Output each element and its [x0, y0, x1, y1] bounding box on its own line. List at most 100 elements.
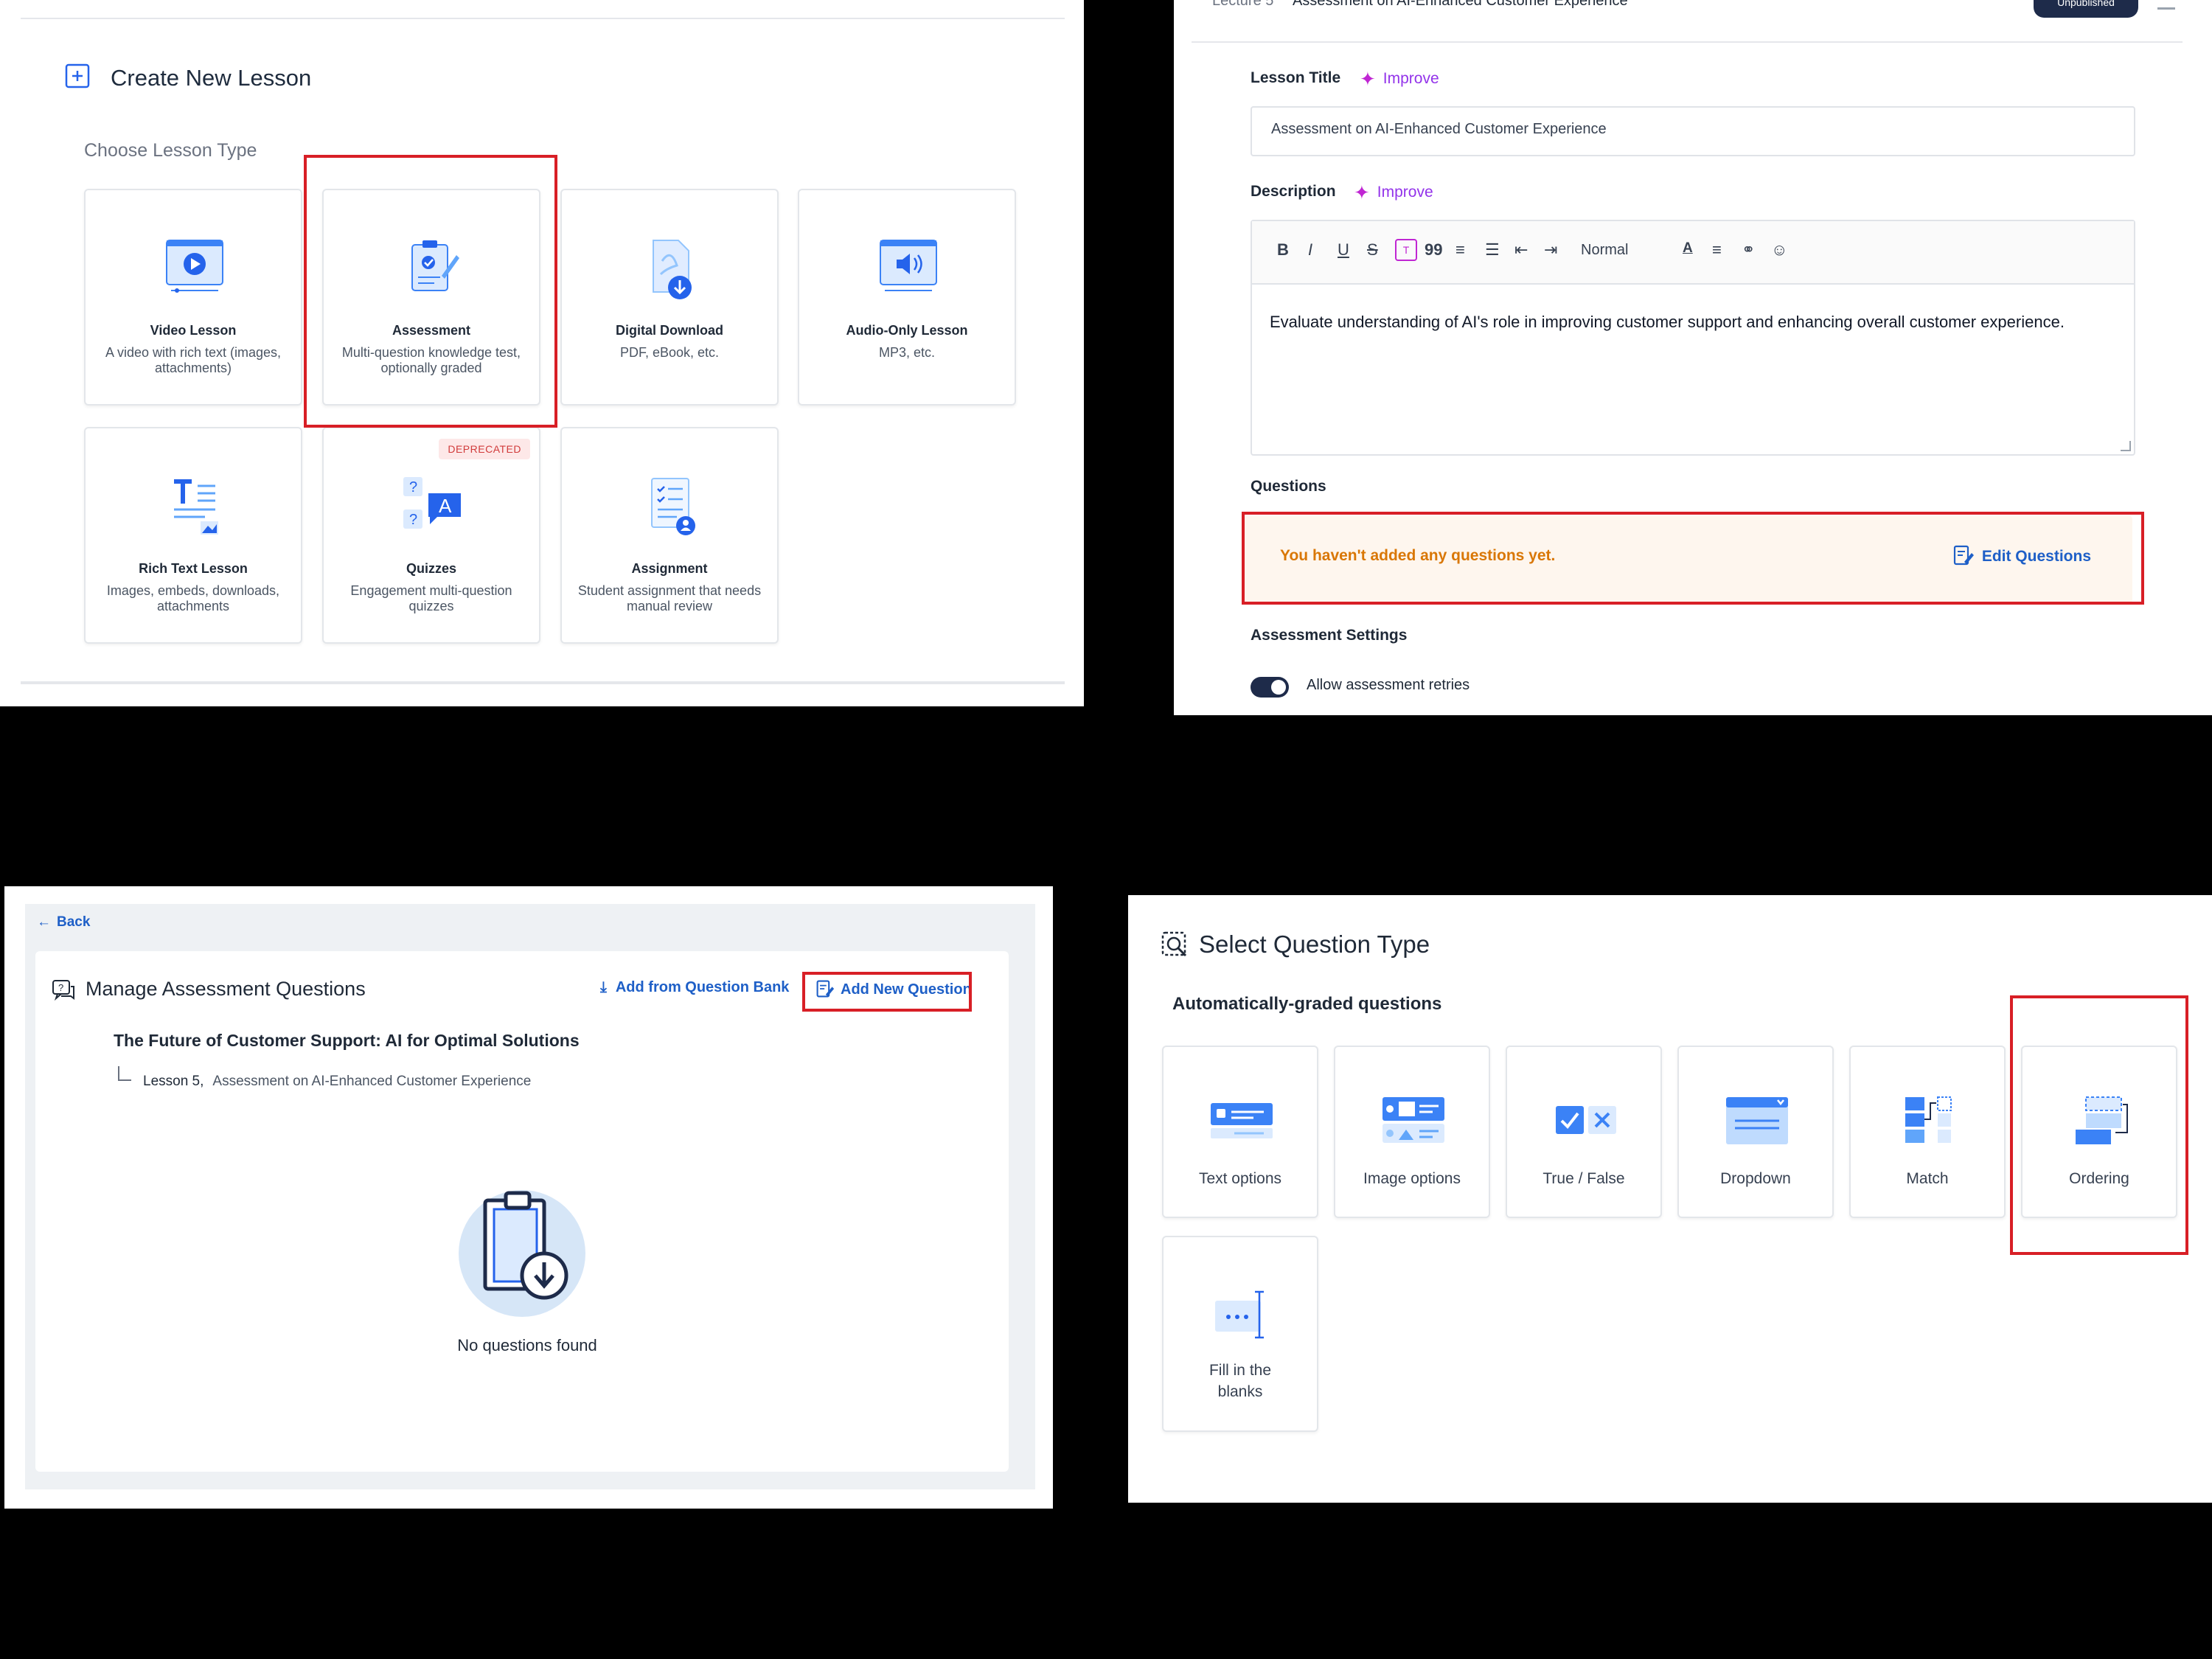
menu-icon[interactable] [2157, 7, 2175, 10]
svg-text:?: ? [409, 512, 417, 528]
editor-toolbar: B I U S T 99 ≡ ☰ ⇤ ⇥ Normal A ≡ ⚭ ☺ [1252, 221, 2134, 285]
add-question-icon [816, 980, 835, 998]
question-type-match[interactable]: Match [1849, 1046, 2006, 1218]
improve-description-button[interactable]: ✦ Improve [1354, 181, 1433, 204]
strikethrough-icon[interactable]: S [1367, 240, 1378, 260]
select-question-icon [1161, 931, 1187, 957]
link-icon[interactable]: ⚭ [1742, 240, 1755, 260]
download-icon [653, 240, 692, 299]
lesson-type-quizzes[interactable]: DEPRECATED ? ? A Quizzes Engagement mult… [322, 427, 540, 644]
ai-format-icon[interactable]: T [1395, 239, 1417, 261]
question-type-image-options[interactable]: Image options [1334, 1046, 1490, 1218]
match-icon [1905, 1096, 1952, 1143]
lesson-type-digital-download[interactable]: Digital Download PDF, eBook, etc. [560, 189, 779, 406]
deprecated-badge: DEPRECATED [439, 439, 530, 459]
divider [21, 681, 1065, 684]
question-type-text-options[interactable]: Text options [1162, 1046, 1318, 1218]
lesson-type-desc: A video with rich text (images, attachme… [105, 345, 282, 375]
empty-state-text: No questions found [4, 1336, 1053, 1355]
lesson-reference: Lesson 5, Assessment on AI-Enhanced Custo… [143, 1074, 531, 1090]
improve-label: Improve [1377, 184, 1433, 201]
assessment-settings-label: Assessment Settings [1251, 627, 1408, 644]
add-from-question-bank-button[interactable]: ⤓ Add from Question Bank [600, 979, 789, 996]
italic-icon[interactable]: I [1308, 240, 1312, 260]
add-new-question-button[interactable]: Add New Question [815, 979, 972, 998]
bold-icon[interactable]: B [1277, 240, 1289, 260]
improve-label: Improve [1382, 70, 1439, 87]
lesson-type-title: Audio-Only Lesson [846, 323, 968, 338]
align-icon[interactable]: ≡ [1712, 240, 1722, 260]
lesson-number: Lesson 5, [143, 1074, 204, 1089]
lesson-type-assignment[interactable]: Assignment Student assignment that needs… [560, 427, 779, 644]
question-type-label: Fill in the blanks [1208, 1362, 1272, 1400]
hierarchy-arrow-icon [118, 1066, 131, 1081]
description-text[interactable]: Evaluate understanding of AI's role in i… [1270, 310, 2075, 335]
indent-icon[interactable]: ⇥ [1544, 240, 1557, 260]
lesson-type-desc: PDF, eBook, etc. [619, 345, 720, 360]
underline-icon[interactable]: U [1338, 240, 1349, 260]
question-type-dropdown[interactable]: Dropdown [1677, 1046, 1834, 1218]
manage-questions-panel: ← Back ? Manage Assessment Questions ⤓ Add… [4, 886, 1053, 1509]
audio-icon [880, 240, 937, 291]
lesson-type-rich-text[interactable]: Rich Text Lesson Images, embeds, downloa… [84, 427, 302, 644]
create-lesson-panel: Create New Lesson Choose Lesson Type Vid… [0, 0, 1084, 706]
quote-icon[interactable]: 99 [1425, 240, 1442, 260]
add-lesson-icon [65, 63, 90, 88]
rich-text-icon [174, 479, 218, 535]
lesson-type-desc: Images, embeds, downloads, attachments [106, 583, 280, 613]
question-type-fill-blanks[interactable]: Fill in the blanks [1162, 1236, 1318, 1432]
lesson-type-title: Rich Text Lesson [139, 561, 248, 576]
sparkle-icon: ✦ [1360, 68, 1376, 90]
lesson-type-assessment[interactable]: Assessment Multi-question knowledge test… [322, 189, 540, 406]
allow-retries-toggle[interactable] [1251, 677, 1289, 698]
breadcrumb-lecture[interactable]: Lecture 5 [1212, 0, 1273, 9]
divider [21, 18, 1065, 19]
format-select[interactable]: Normal [1581, 242, 1628, 259]
publish-status-badge[interactable]: Unpublished [2034, 0, 2138, 18]
page-title: Manage Assessment Questions [86, 978, 366, 1000]
edit-questions-button[interactable]: Edit Questions [1952, 544, 2091, 566]
resize-handle[interactable] [2121, 441, 2131, 451]
question-type-label: Dropdown [1720, 1170, 1791, 1187]
ordered-list-icon[interactable]: ≡ [1455, 240, 1465, 260]
divider [1192, 41, 2183, 43]
questions-label: Questions [1251, 478, 1326, 495]
lesson-type-desc: MP3, etc. [878, 345, 936, 360]
image-options-icon [1382, 1097, 1444, 1143]
quiz-icon: ? ? A [403, 477, 461, 529]
outdent-icon[interactable]: ⇤ [1514, 240, 1528, 260]
question-type-label: Image options [1363, 1170, 1461, 1187]
page-title: Select Question Type [1199, 931, 1430, 958]
svg-text:?: ? [58, 982, 63, 993]
empty-state-label: No questions found [457, 1336, 597, 1354]
back-button[interactable]: ← Back [37, 914, 90, 931]
dropdown-icon [1726, 1097, 1788, 1144]
question-type-true-false[interactable]: True / False [1506, 1046, 1662, 1218]
question-type-ordering[interactable]: Ordering [2021, 1046, 2177, 1218]
breadcrumb-title: Assessment on AI-Enhanced Customer Exper… [1292, 0, 1628, 9]
lesson-type-desc: Multi-question knowledge test, optionall… [341, 345, 521, 375]
no-questions-message: You haven't added any questions yet. [1280, 547, 1556, 564]
question-type-label: Ordering [2069, 1170, 2129, 1187]
page-title: Create New Lesson [111, 65, 312, 91]
lesson-title-input[interactable]: Assessment on AI-Enhanced Customer Exper… [1251, 106, 2135, 156]
bullet-list-icon[interactable]: ☰ [1485, 240, 1500, 260]
sparkle-icon: ✦ [1354, 181, 1370, 204]
lesson-type-title: Quizzes [406, 561, 457, 576]
download-icon: ⤓ [600, 979, 607, 995]
lesson-type-video[interactable]: Video Lesson A video with rich text (ima… [84, 189, 302, 406]
lesson-editor-panel: Lecture 5 Assessment on AI-Enhanced Cust… [1174, 0, 2212, 715]
svg-text:?: ? [409, 479, 417, 495]
arrow-left-icon: ← [37, 914, 51, 930]
true-false-icon [1556, 1106, 1616, 1134]
lesson-type-title: Digital Download [616, 323, 723, 338]
course-title: The Future of Customer Support: AI for O… [114, 1031, 580, 1050]
video-icon [166, 240, 223, 293]
lesson-type-desc: Student assignment that needs manual rev… [577, 583, 762, 613]
improve-title-button[interactable]: ✦ Improve [1360, 68, 1439, 91]
lesson-type-audio[interactable]: Audio-Only Lesson MP3, etc. [798, 189, 1016, 406]
emoji-icon[interactable]: ☺ [1771, 240, 1787, 260]
lesson-type-title: Video Lesson [150, 323, 237, 338]
text-color-icon[interactable]: A [1683, 240, 1693, 257]
lesson-title-label: Lesson Title [1251, 69, 1341, 86]
